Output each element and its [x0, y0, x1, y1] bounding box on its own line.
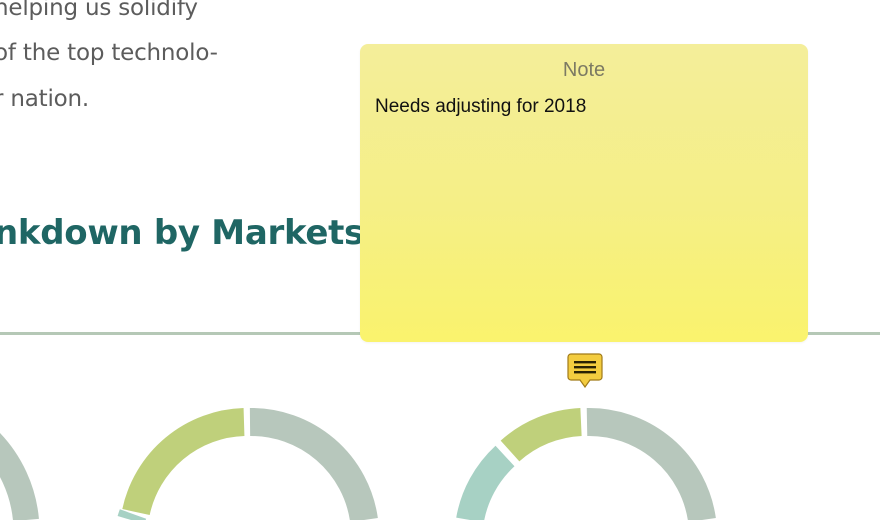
donut-chart-3: [456, 407, 716, 520]
donut-1-segment-gray: [0, 433, 39, 520]
note-title: Note: [562, 59, 606, 81]
donut-chart-1: [0, 433, 39, 520]
donut-2-segment-teal: [117, 509, 147, 520]
donut-3-segment-teal: [456, 445, 515, 520]
note-lines-icon[interactable]: [567, 352, 603, 388]
donut-2-segment-gray: [249, 407, 378, 520]
donut-chart-2: [117, 407, 378, 520]
donut-3-segment-green: [500, 408, 583, 462]
note-popup[interactable]: Note Needs adjusting for 2018: [360, 44, 808, 342]
donut-3-segment-gray: [586, 407, 716, 520]
note-text[interactable]: Needs adjusting for 2018: [375, 96, 586, 118]
donut-2-segment-green: [122, 408, 245, 516]
